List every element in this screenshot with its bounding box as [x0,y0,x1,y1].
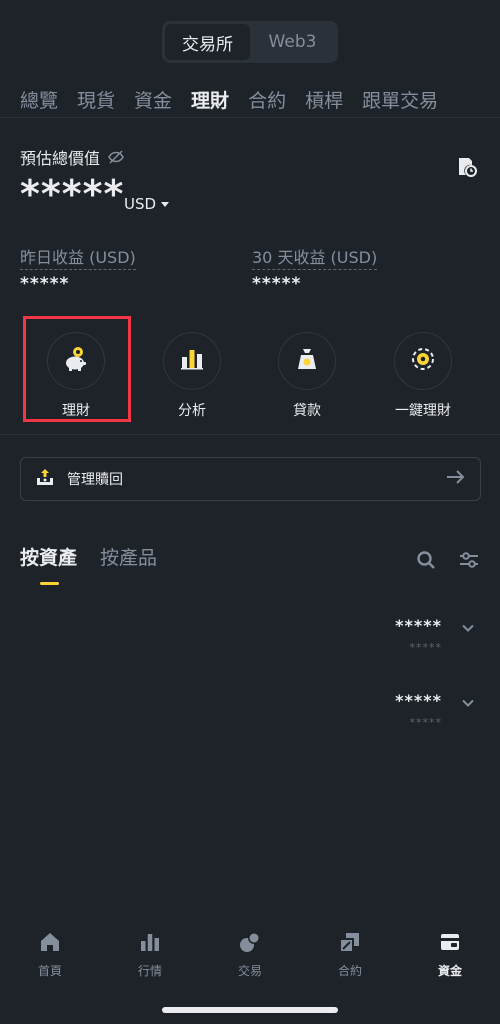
asset-row-value: ***** [395,616,442,635]
chevron-down-icon[interactable] [461,695,475,709]
history-icon[interactable] [456,156,478,178]
yesterday-earnings-value: ***** [20,274,70,294]
wallet-category-tabs: 總覽 現貨 資金 理財 合約 槓桿 跟單交易 [0,82,500,118]
tab-by-product[interactable]: 按產品 [100,543,157,570]
nav-markets[interactable]: 行情 [100,920,200,1000]
action-one-click-earn-label: 一鍵理財 [395,403,451,419]
bar-chart-icon [177,344,207,378]
nav-trade-label: 交易 [237,964,262,978]
exchange-web3-switch: 交易所 Web3 [162,21,338,63]
action-analysis-label: 分析 [178,403,206,419]
tab-copy-trading[interactable]: 跟單交易 [362,86,438,113]
estimated-value-label: 預估總價值 [20,145,124,169]
loan-bag-icon [292,344,322,378]
caret-down-icon [161,201,170,207]
redeem-icon [35,467,55,491]
nav-wallet[interactable]: 資金 [400,920,500,1000]
tab-futures[interactable]: 合約 [248,86,286,113]
tab-indicator [40,582,59,585]
nav-home-label: 首頁 [37,964,62,978]
tab-margin[interactable]: 槓桿 [305,86,343,113]
filter-icon[interactable] [459,550,479,570]
estimated-value-text: 預估總價值 [20,149,101,168]
asset-row-value: ***** [395,691,442,710]
switch-web3[interactable]: Web3 [250,24,335,60]
tab-by-asset[interactable]: 按資產 [20,543,77,570]
section-divider [0,434,500,435]
nav-futures-label: 合約 [337,964,362,978]
search-icon[interactable] [416,550,436,570]
tab-spot[interactable]: 現貨 [77,86,115,113]
markets-icon [138,930,162,954]
wallet-icon [438,930,462,954]
nav-trade[interactable]: 交易 [200,920,300,1000]
hide-balance-icon[interactable] [108,149,124,165]
futures-icon [338,930,362,954]
action-one-click-earn[interactable]: 一鍵理財 [378,332,468,420]
manage-redemption-label: 管理贖回 [67,472,123,488]
currency-selector[interactable]: USD [124,195,170,213]
action-loan-circle [278,332,336,390]
asset-row-sub: ***** [409,716,442,729]
home-indicator [162,1007,338,1013]
trade-icon [238,930,262,954]
yesterday-earnings-label[interactable]: 昨日收益 (USD) [20,244,136,270]
30day-earnings-label[interactable]: 30 天收益 (USD) [252,244,378,270]
tab-overview[interactable]: 總覽 [20,86,58,113]
action-loan-label: 貸款 [293,403,321,419]
highlight-box [23,316,131,422]
nav-home[interactable]: 首頁 [0,920,100,1000]
switch-exchange[interactable]: 交易所 [165,24,250,60]
asset-row-sub: ***** [409,641,442,654]
tab-earn[interactable]: 理財 [191,86,229,113]
tab-funding[interactable]: 資金 [134,86,172,113]
action-analysis-circle [163,332,221,390]
nav-markets-label: 行情 [137,964,162,978]
currency-label: USD [124,195,157,213]
action-one-click-earn-circle [394,332,452,390]
action-loan[interactable]: 貸款 [262,332,352,420]
home-icon [38,930,62,954]
30day-earnings-value: ***** [252,274,302,294]
arrow-right-icon [446,469,466,489]
nav-wallet-label: 資金 [437,964,462,978]
total-balance-masked: ***** [20,172,125,216]
chevron-down-icon[interactable] [461,620,475,634]
action-analysis[interactable]: 分析 [147,332,237,420]
nav-futures[interactable]: 合約 [300,920,400,1000]
manage-redemption-button[interactable]: 管理贖回 [20,457,481,501]
one-click-earn-icon [408,344,438,378]
bottom-navigation: 首頁 行情 交易 合約 資金 [0,920,500,1000]
